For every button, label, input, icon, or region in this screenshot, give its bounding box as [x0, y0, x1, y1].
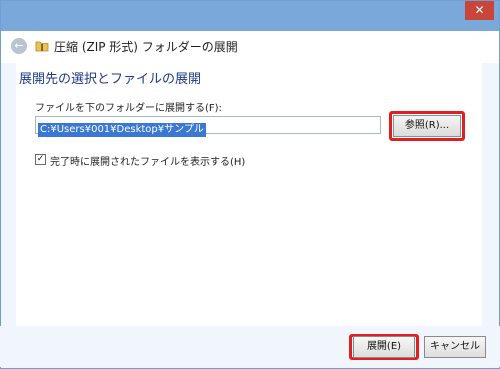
destination-label: ファイルを下のフォルダーに展開する(F): — [35, 103, 222, 114]
back-arrow-icon: ← — [14, 39, 24, 52]
destination-path-value: C:¥Users¥001¥Desktop¥サンプル — [38, 123, 206, 137]
close-button[interactable]: ✕ — [465, 1, 494, 20]
title-bar[interactable]: ✕ — [1, 1, 499, 31]
destination-path-input[interactable]: C:¥Users¥001¥Desktop¥サンプル — [35, 116, 381, 137]
zip-folder-icon — [35, 41, 49, 52]
back-button[interactable]: ← — [11, 38, 27, 54]
dialog-header: ← 圧縮 (ZIP 形式) フォルダーの展開 — [1, 31, 499, 63]
window-title: 圧縮 (ZIP 形式) フォルダーの展開 — [54, 40, 238, 54]
cancel-button[interactable]: キャンセル — [424, 336, 486, 358]
page-heading: 展開先の選択とファイルの展開 — [19, 72, 202, 87]
checkmark-icon: ✓ — [36, 154, 45, 164]
show-files-checkbox[interactable]: ✓ — [35, 154, 46, 165]
close-icon: ✕ — [474, 3, 485, 17]
extract-button[interactable]: 展開(E) — [353, 336, 415, 358]
show-files-label[interactable]: 完了時に展開されたファイルを表示する(H) — [50, 153, 245, 168]
browse-button[interactable]: 参照(R)... — [393, 115, 461, 137]
